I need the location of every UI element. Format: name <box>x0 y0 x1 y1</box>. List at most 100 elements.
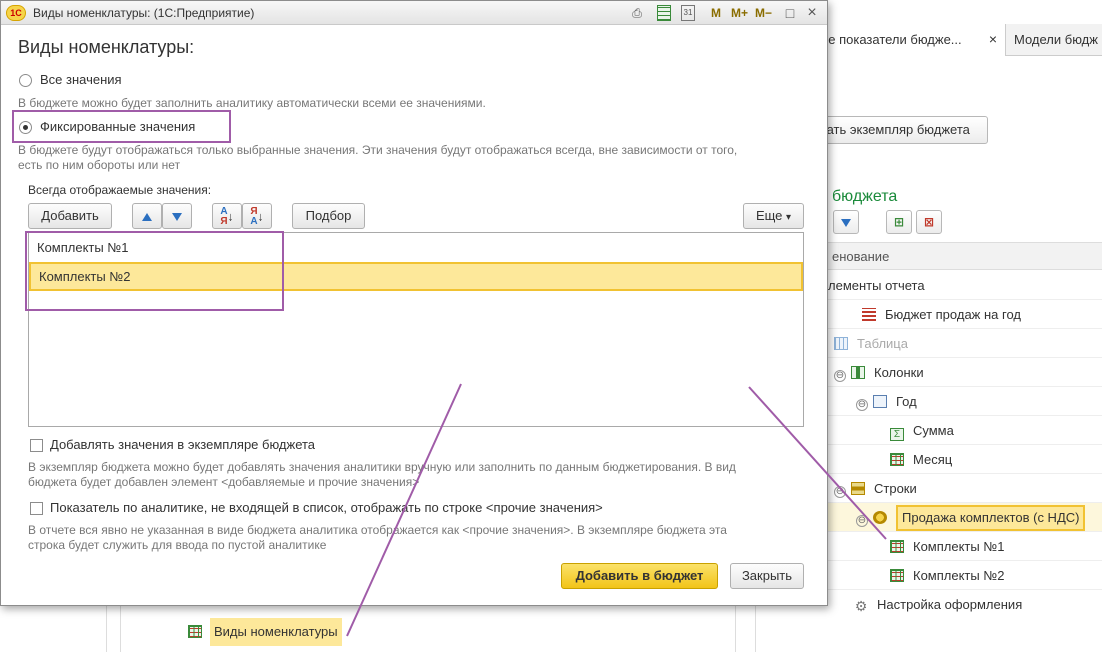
all-values-radio[interactable] <box>19 74 32 87</box>
tree-row-label: лементы отчета <box>828 278 925 293</box>
annotation-highlight-box <box>25 231 284 311</box>
background-tab-bar: вые показатели бюдже... × Модели бюдж <box>780 24 1102 56</box>
tree-row-kits-2[interactable]: Комплекты №2 <box>826 561 1102 590</box>
grid-icon <box>890 453 904 466</box>
add-element-button[interactable]: ⊞ <box>886 210 912 234</box>
fixed-values-label[interactable]: Фиксированные значения <box>40 119 195 134</box>
tree-row-label: Год <box>896 394 917 409</box>
memory-subtract-button[interactable]: M− <box>755 4 772 22</box>
tree-column-header: енование <box>826 242 1102 270</box>
add-values-label[interactable]: Добавлять значения в экземпляре бюджета <box>50 437 315 452</box>
restore-window-icon[interactable]: □ <box>783 5 797 21</box>
hint-line: строка будет служить для ввода по пустой… <box>28 538 327 552</box>
grid-icon <box>890 540 904 553</box>
tree-row-sales-budget[interactable]: Бюджет продаж на год <box>826 300 1102 329</box>
coins-icon <box>873 511 887 524</box>
tree-row-label: Строки <box>874 481 917 496</box>
arrow-down-icon <box>841 218 851 227</box>
tab-budget-models[interactable]: Модели бюдж <box>1006 24 1102 56</box>
add-table-icon: ⊞ <box>893 215 905 229</box>
collapse-icon[interactable]: ⊖ <box>856 399 868 411</box>
other-values-hint: В отчете вся явно не указанная в виде бю… <box>28 523 727 553</box>
grouping-icon <box>873 395 887 408</box>
sort-letter: А <box>250 215 258 227</box>
fixed-values-hint: В бюджете будут отображаться только выбр… <box>18 143 737 173</box>
close-window-icon[interactable]: × <box>805 5 819 21</box>
window-title: Виды номенклатуры: (1С:Предприятие) <box>33 6 255 20</box>
sort-descending-button[interactable]: Я А↓ <box>242 203 272 229</box>
tree-row-nomenclature-types[interactable]: Виды номенклатуры <box>210 618 342 646</box>
table-icon <box>834 337 848 350</box>
tree-row-format-settings[interactable]: ⚙ Настройка оформления <box>826 590 1102 619</box>
tree-row-report-elements[interactable]: лементы отчета <box>826 271 1102 300</box>
highlighted-row-label: Продажа комплектов (с НДС) <box>896 505 1086 531</box>
tree-row-kits-1[interactable]: Комплекты №1 <box>826 532 1102 561</box>
sort-descending-icon: ЯА <box>250 206 258 227</box>
hint-line: В экземпляр бюджета можно будет добавлят… <box>28 460 736 474</box>
grid-icon <box>890 569 904 582</box>
add-to-budget-button[interactable]: Добавить в бюджет <box>561 563 718 589</box>
hint-line: В бюджете будут отображаться только выбр… <box>18 143 738 157</box>
delete-element-button[interactable]: ⊠ <box>916 210 942 234</box>
tree-row-label: Комплекты №1 <box>913 539 1005 554</box>
dialog-titlebar[interactable]: 1С Виды номенклатуры: (1С:Предприятие) ⎙… <box>1 1 827 25</box>
tree-row-rows[interactable]: ⊖ Строки <box>826 474 1102 503</box>
memory-store-button[interactable]: M <box>711 4 721 22</box>
sum-icon: Σ <box>890 428 904 441</box>
fixed-values-radio[interactable] <box>19 121 32 134</box>
sort-ascending-button[interactable]: А Я↓ <box>212 203 242 229</box>
app-logo-icon: 1С <box>6 5 26 21</box>
more-label: Еще <box>755 208 783 223</box>
memory-add-button[interactable]: M+ <box>731 4 748 22</box>
arrow-down-icon <box>172 212 182 221</box>
print-icon[interactable]: ⎙ <box>629 5 645 21</box>
tree-row-label: Таблица <box>857 336 908 351</box>
spreadsheet-icon[interactable] <box>657 5 671 21</box>
always-shown-values-label: Всегда отображаемые значения: <box>28 183 212 197</box>
add-value-button[interactable]: Добавить <box>28 203 112 229</box>
all-values-label[interactable]: Все значения <box>40 72 122 87</box>
background-lower-pane <box>0 606 756 652</box>
tree-row-sum[interactable]: Σ Сумма <box>826 416 1102 445</box>
create-budget-instance-button[interactable]: дать экземпляр бюджета <box>806 116 988 144</box>
tree-row-label: Настройка оформления <box>877 597 1023 612</box>
tree-row-kit-sales[interactable]: ⊖ Продажа комплектов (с НДС) <box>826 503 1102 532</box>
tree-row-table[interactable]: Таблица <box>826 329 1102 358</box>
columns-icon <box>851 366 865 379</box>
move-down-button[interactable] <box>833 210 859 234</box>
sort-letter: Я <box>220 215 228 227</box>
other-values-checkbox[interactable] <box>30 502 43 515</box>
hint-line: есть по ним обороты или нет <box>18 158 181 172</box>
tab-label: Модели бюдж <box>1014 32 1098 47</box>
rows-icon <box>851 482 865 495</box>
arrow-up-icon <box>142 212 152 221</box>
tree-guide-line <box>106 606 107 652</box>
nomenclature-types-dialog: 1С Виды номенклатуры: (1С:Предприятие) ⎙… <box>0 0 828 606</box>
collapse-icon[interactable]: ⊖ <box>834 370 846 382</box>
hint-line: бюджета будет добавлен элемент <добавляе… <box>28 475 420 489</box>
all-values-hint: В бюджете можно будет заполнить аналитик… <box>18 96 486 110</box>
budget-section-title: бюджета <box>832 188 898 205</box>
move-up-button[interactable] <box>132 203 162 229</box>
pane-divider <box>735 606 736 652</box>
other-values-label[interactable]: Показатель по аналитике, не входящей в с… <box>50 500 603 515</box>
collapse-icon[interactable]: ⊖ <box>834 486 846 498</box>
move-down-button[interactable] <box>162 203 192 229</box>
dialog-heading: Виды номенклатуры: <box>18 37 195 57</box>
close-icon[interactable]: × <box>989 24 997 55</box>
tree-row-label: Сумма <box>913 423 954 438</box>
sort-ascending-icon: АЯ <box>220 206 228 227</box>
close-button[interactable]: Закрыть <box>730 563 804 589</box>
tree-row-label: Бюджет продаж на год <box>885 307 1021 322</box>
add-values-checkbox[interactable] <box>30 439 43 452</box>
tree-row-label: Колонки <box>874 365 924 380</box>
more-button[interactable]: Еще ▾ <box>743 203 804 229</box>
tree-row-month[interactable]: Месяц <box>826 445 1102 474</box>
tree-row-year[interactable]: ⊖ Год <box>826 387 1102 416</box>
tree-guide-line <box>120 606 121 652</box>
chevron-down-icon: ▾ <box>786 212 792 223</box>
tree-row-columns[interactable]: ⊖ Колонки <box>826 358 1102 387</box>
pick-button[interactable]: Подбор <box>292 203 365 229</box>
calendar-icon[interactable]: 31 <box>681 5 695 21</box>
collapse-icon[interactable]: ⊖ <box>856 515 868 527</box>
